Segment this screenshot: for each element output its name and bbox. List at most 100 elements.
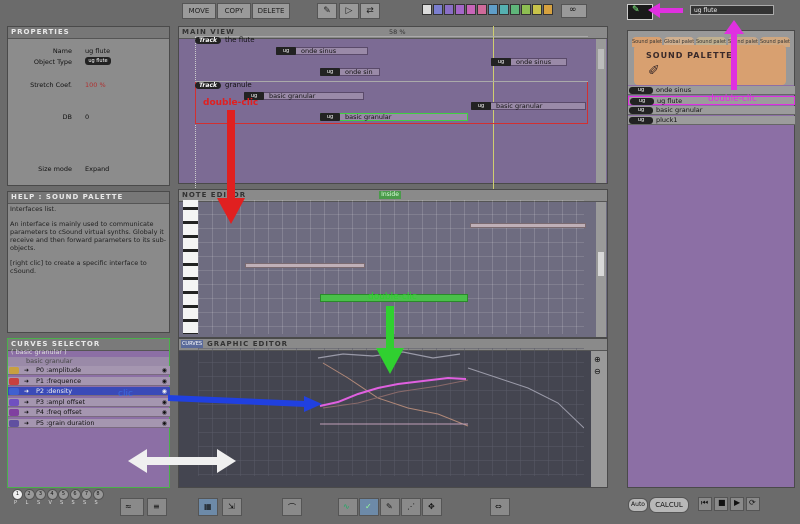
page-button[interactable]: 7: [81, 489, 92, 500]
note-block[interactable]: [245, 263, 365, 268]
page-button[interactable]: 3: [35, 489, 46, 500]
main-view-scrollbar[interactable]: [596, 39, 606, 183]
zoom-in-icon[interactable]: ⊕: [594, 355, 601, 364]
main-view-zoom: 58 %: [389, 28, 406, 36]
loop-button[interactable]: ⇄: [360, 3, 380, 19]
object-basic-granular-3[interactable]: ug basic granular: [320, 113, 468, 121]
curve-edit-icon: ≈: [125, 502, 132, 511]
object-label: onde sinus: [301, 47, 337, 55]
graphic-editor-curves-tag: CURVES: [181, 340, 203, 348]
color-swatch[interactable]: [510, 4, 520, 15]
magenta-arrow-horizontal: [648, 3, 683, 18]
curve-mode-button-2[interactable]: ≡: [147, 498, 167, 516]
object-basic-granular-2[interactable]: ug basic granular: [471, 102, 586, 110]
visibility-eye-icon[interactable]: ◉: [162, 377, 167, 386]
envelope-tool-button[interactable]: ⌒: [282, 498, 302, 516]
points-tool-button[interactable]: ⋰: [401, 498, 421, 516]
piano-keyboard[interactable]: [183, 200, 198, 334]
select-curve-button[interactable]: ✓: [359, 498, 379, 516]
stretch-tool-button[interactable]: ⇔: [490, 498, 510, 516]
curve-list-item[interactable]: ➜ P2 :density ◉: [8, 387, 170, 396]
color-swatch[interactable]: [466, 4, 476, 15]
curve-list-item[interactable]: ➜ P1 :frequence ◉: [8, 376, 170, 386]
page-button[interactable]: 2: [23, 489, 35, 500]
color-swatch[interactable]: [543, 4, 553, 15]
curve-list-item[interactable]: ➜ P5 :grain duration ◉: [8, 418, 170, 428]
sound-palette-title: SOUND PALETTE: [646, 51, 733, 60]
zoom-out-icon[interactable]: ⊖: [594, 367, 601, 376]
link-tool-button[interactable]: ∞: [561, 4, 587, 18]
track-granule[interactable]: Track granule: [195, 81, 588, 89]
curve-label: P4 :freq offset: [36, 408, 82, 416]
page-button[interactable]: 1: [12, 489, 23, 500]
color-swatch[interactable]: [532, 4, 542, 15]
name-value[interactable]: ug flute: [85, 47, 110, 55]
pencil-curve-button[interactable]: ✎: [380, 498, 400, 516]
visibility-eye-icon[interactable]: ◉: [162, 398, 167, 407]
color-swatch[interactable]: [455, 4, 465, 15]
curve-list-item[interactable]: ➜ P3 :ampl offset ◉: [8, 397, 170, 407]
color-swatch[interactable]: [433, 4, 443, 15]
color-swatch[interactable]: [477, 4, 487, 15]
color-swatch[interactable]: [422, 4, 432, 15]
stop-button[interactable]: ■: [714, 497, 728, 511]
sound-palette-item[interactable]: ug pluck1: [628, 116, 795, 125]
curve-mode-button-1[interactable]: ≈: [120, 498, 144, 516]
color-swatch[interactable]: [521, 4, 531, 15]
annotation-double-clic-2: double-clic: [368, 292, 417, 302]
visibility-eye-icon[interactable]: ◉: [162, 419, 167, 428]
move-points-button[interactable]: ✥: [422, 498, 442, 516]
page-button[interactable]: 8: [92, 489, 104, 500]
rewind-button[interactable]: ⏮: [698, 497, 712, 511]
main-view-scroll-thumb[interactable]: [598, 49, 604, 69]
delete-button[interactable]: DELETE: [252, 3, 290, 19]
curve-list-item[interactable]: ➜ P0 :amplitude ◉: [8, 366, 170, 375]
size-mode-value[interactable]: Expand: [85, 165, 109, 173]
graphic-editor-tools[interactable]: ⊕ ⊖: [591, 351, 607, 487]
curve-label: P0 :amplitude: [36, 366, 82, 374]
selected-instrument-preview[interactable]: ✎: [627, 4, 653, 20]
curves-header-item: basic granular: [8, 357, 169, 366]
auto-button[interactable]: Auto: [628, 498, 648, 512]
object-basic-granular-1[interactable]: ug basic granular: [244, 92, 364, 100]
object-onde-sin[interactable]: ug onde sin: [320, 68, 380, 76]
object-type-badge[interactable]: ug flute: [85, 57, 111, 65]
curve-graph[interactable]: [198, 348, 584, 476]
move-button[interactable]: MOVE: [182, 3, 216, 19]
curves-selector-value[interactable]: ( basic granular ): [11, 348, 67, 356]
page-button[interactable]: 4: [46, 489, 58, 500]
interface-badge: ug: [630, 98, 654, 105]
draw-curve-button[interactable]: ∿: [338, 498, 358, 516]
visibility-eye-icon[interactable]: ◉: [162, 408, 167, 417]
page-button[interactable]: 6: [69, 489, 81, 500]
pencil-tool-button[interactable]: ✎: [317, 3, 337, 19]
curve-color-icon: [9, 419, 19, 427]
calcul-button[interactable]: CALCUL: [649, 497, 689, 513]
visibility-eye-icon[interactable]: ◉: [162, 387, 167, 396]
page-button[interactable]: 5: [58, 489, 69, 500]
visibility-eye-icon[interactable]: ◉: [162, 366, 167, 375]
object-type-label: Object Type: [33, 58, 72, 66]
sound-palette-item[interactable]: ug basic granular: [628, 106, 795, 115]
color-swatch[interactable]: [444, 4, 454, 15]
stretch-coef-value[interactable]: 100 %: [85, 81, 106, 89]
note-editor-scroll-thumb[interactable]: [598, 252, 604, 276]
annotation-double-clic-3: double-clic: [708, 94, 757, 104]
loop-transport-button[interactable]: ⟳: [746, 497, 760, 511]
transform-tool-button[interactable]: ⇲: [222, 498, 242, 516]
color-swatch[interactable]: [488, 4, 498, 15]
db-value[interactable]: 0: [85, 113, 89, 121]
track-the-flute[interactable]: Track the flute: [195, 36, 588, 44]
draw-curve-icon: ∿: [343, 502, 350, 511]
object-onde-sinus-1[interactable]: ug onde sinus: [276, 47, 368, 55]
curve-color-icon: [9, 367, 19, 374]
curve-list-item[interactable]: ➜ P4 :freq offset ◉: [8, 408, 170, 417]
color-swatch[interactable]: [499, 4, 509, 15]
copy-button[interactable]: COPY: [217, 3, 251, 19]
grid-tool-button[interactable]: ▦: [198, 498, 218, 516]
object-onde-sinus-2[interactable]: ug onde sinus: [491, 58, 567, 66]
play-button[interactable]: ▷: [339, 3, 359, 19]
note-editor-scrollbar[interactable]: [596, 202, 606, 337]
note-block[interactable]: [470, 223, 586, 228]
play-transport-button[interactable]: ▶: [730, 497, 744, 511]
